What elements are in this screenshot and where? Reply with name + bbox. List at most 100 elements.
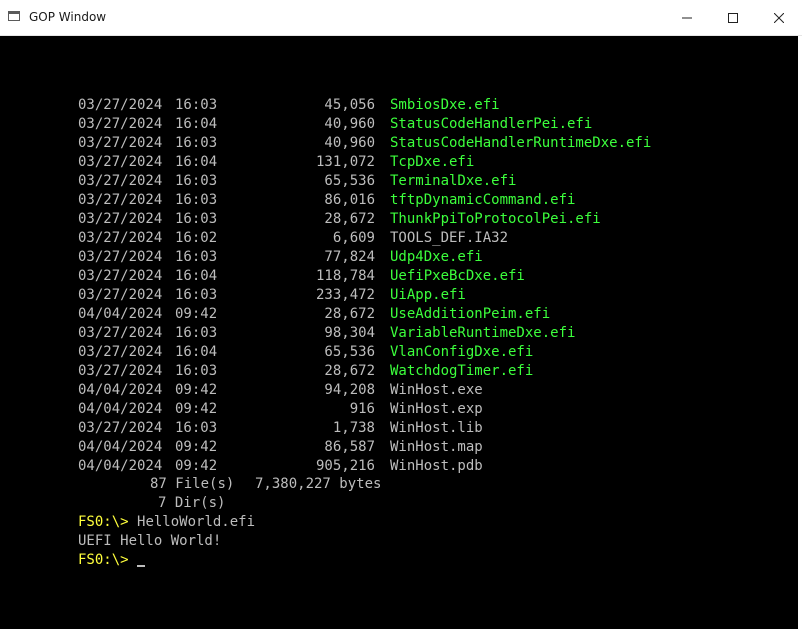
- file-size: 86,016: [324, 192, 375, 208]
- file-name: StatusCodeHandlerPei.efi: [390, 116, 593, 132]
- file-name: TOOLS_DEF.IA32: [390, 230, 509, 246]
- shell-prompt: FS0:\>: [78, 514, 129, 530]
- listing-row: 03/27/2024 16:03 98,304 VariableRuntimeDxe.…: [0, 324, 798, 343]
- file-time: 09:42: [175, 439, 218, 455]
- file-time: 09:42: [175, 401, 218, 417]
- file-date: 03/27/2024: [78, 287, 163, 303]
- maximize-button[interactable]: [710, 0, 756, 35]
- file-time: 16:04: [175, 344, 218, 360]
- file-name: WinHost.exp: [390, 401, 483, 417]
- file-size: 98,304: [324, 325, 375, 341]
- file-name: VariableRuntimeDxe.efi: [390, 325, 576, 341]
- file-time: 09:42: [175, 306, 218, 322]
- file-date: 04/04/2024: [78, 439, 163, 455]
- file-time: 16:03: [175, 135, 218, 151]
- file-name: StatusCodeHandlerRuntimeDxe.efi: [390, 135, 652, 151]
- file-size: 118,784: [315, 268, 375, 284]
- file-time: 16:04: [175, 116, 218, 132]
- bytes-value: 7,380,227: [255, 476, 331, 492]
- command-line: FS0:\> HelloWorld.efi: [78, 513, 255, 532]
- file-name: UefiPxeBcDxe.efi: [390, 268, 525, 284]
- file-name: TerminalDxe.efi: [390, 173, 517, 189]
- file-size: 94,208: [324, 382, 375, 398]
- listing-row: 03/27/2024 16:03 28,672 WatchdogTimer.efi: [0, 362, 798, 381]
- file-name: TcpDxe.efi: [390, 154, 475, 170]
- files-label: File(s): [175, 476, 235, 492]
- close-button[interactable]: [756, 0, 802, 35]
- file-date: 03/27/2024: [78, 116, 163, 132]
- file-time: 16:03: [175, 363, 218, 379]
- file-date: 04/04/2024: [78, 306, 163, 322]
- file-name: WinHost.pdb: [390, 458, 483, 474]
- maximize-icon: [728, 12, 738, 23]
- file-size: 28,672: [324, 211, 375, 227]
- file-name: SmbiosDxe.efi: [390, 97, 500, 113]
- listing-row: 03/27/2024 16:04 40,960 StatusCodeHandlerPe…: [0, 115, 798, 134]
- file-time: 16:03: [175, 192, 218, 208]
- listing-row: 03/27/2024 16:03 77,824 Udp4Dxe.efi: [0, 248, 798, 267]
- listing-row: 03/27/2024 16:03 40,960 StatusCodeHandlerRu…: [0, 134, 798, 153]
- console-output[interactable]: 03/27/2024 16:03 45,056 SmbiosDxe.efi 03/27/…: [0, 36, 798, 629]
- file-name: UiApp.efi: [390, 287, 466, 303]
- file-size: 77,824: [324, 249, 375, 265]
- file-size: 86,587: [324, 439, 375, 455]
- file-size: 65,536: [324, 173, 375, 189]
- file-date: 03/27/2024: [78, 325, 163, 341]
- file-name: WinHost.map: [390, 439, 483, 455]
- file-name: VlanConfigDxe.efi: [390, 344, 534, 360]
- file-time: 16:03: [175, 249, 218, 265]
- file-time: 16:03: [175, 420, 218, 436]
- listing-row: 03/27/2024 16:04 65,536 VlanConfigDxe.efi: [0, 343, 798, 362]
- file-time: 09:42: [175, 382, 218, 398]
- file-date: 03/27/2024: [78, 363, 163, 379]
- file-size: 233,472: [315, 287, 375, 303]
- minimize-button[interactable]: [664, 0, 710, 35]
- file-name: WatchdogTimer.efi: [390, 363, 534, 379]
- file-size: 905,216: [315, 458, 375, 474]
- file-name: WinHost.exe: [390, 382, 483, 398]
- file-date: 03/27/2024: [78, 154, 163, 170]
- file-date: 04/04/2024: [78, 382, 163, 398]
- file-size: 916: [349, 401, 375, 417]
- file-date: 03/27/2024: [78, 192, 163, 208]
- file-size: 40,960: [324, 135, 375, 151]
- file-name: Udp4Dxe.efi: [390, 249, 483, 265]
- file-date: 03/27/2024: [78, 268, 163, 284]
- file-size: 65,536: [324, 344, 375, 360]
- listing-row: 03/27/2024 16:03 65,536 TerminalDxe.efi: [0, 172, 798, 191]
- file-size: 45,056: [324, 97, 375, 113]
- file-date: 03/27/2024: [78, 97, 163, 113]
- file-size: 28,672: [324, 363, 375, 379]
- program-output: UEFI Hello World!: [78, 533, 222, 549]
- dirs-label: Dir(s): [174, 495, 226, 511]
- active-prompt-line[interactable]: FS0:\>: [78, 551, 145, 570]
- listing-row: 04/04/2024 09:42 905,216 WinHost.pdb: [0, 457, 798, 476]
- file-name: tftpDynamicCommand.efi: [390, 192, 576, 208]
- file-size: 1,738: [332, 420, 375, 436]
- file-size: 28,672: [324, 306, 375, 322]
- listing-row: 03/27/2024 16:03 1,738 WinHost.lib: [0, 419, 798, 438]
- file-time: 16:04: [175, 154, 218, 170]
- file-size: 6,609: [332, 230, 375, 246]
- file-time: 16:03: [175, 97, 218, 113]
- bytes-label: bytes: [339, 476, 382, 492]
- file-date: 03/27/2024: [78, 135, 163, 151]
- file-time: 16:03: [175, 211, 218, 227]
- file-date: 03/27/2024: [78, 230, 163, 246]
- file-date: 03/27/2024: [78, 249, 163, 265]
- title-bar[interactable]: GOP Window: [0, 0, 802, 36]
- file-time: 16:02: [175, 230, 218, 246]
- file-time: 16:03: [175, 325, 218, 341]
- listing-row: 03/27/2024 16:03 28,672 ThunkPpiToProtocolP…: [0, 210, 798, 229]
- listing-row: 03/27/2024 16:04 131,072 TcpDxe.efi: [0, 153, 798, 172]
- gop-window: GOP Window 03/27/2024 16:03 45,056 SmbiosDx…: [0, 0, 802, 629]
- listing-row: 03/27/2024 16:02 6,609 TOOLS_DEF.IA32: [0, 229, 798, 248]
- file-date: 04/04/2024: [78, 458, 163, 474]
- file-time: 16:03: [175, 287, 218, 303]
- bytes-summary: 7,380,227 bytes: [255, 475, 381, 494]
- file-size: 40,960: [324, 116, 375, 132]
- dirs-count: 7: [158, 495, 167, 511]
- file-time: 16:03: [175, 173, 218, 189]
- entered-command: HelloWorld.efi: [137, 514, 256, 530]
- close-icon: [774, 12, 784, 23]
